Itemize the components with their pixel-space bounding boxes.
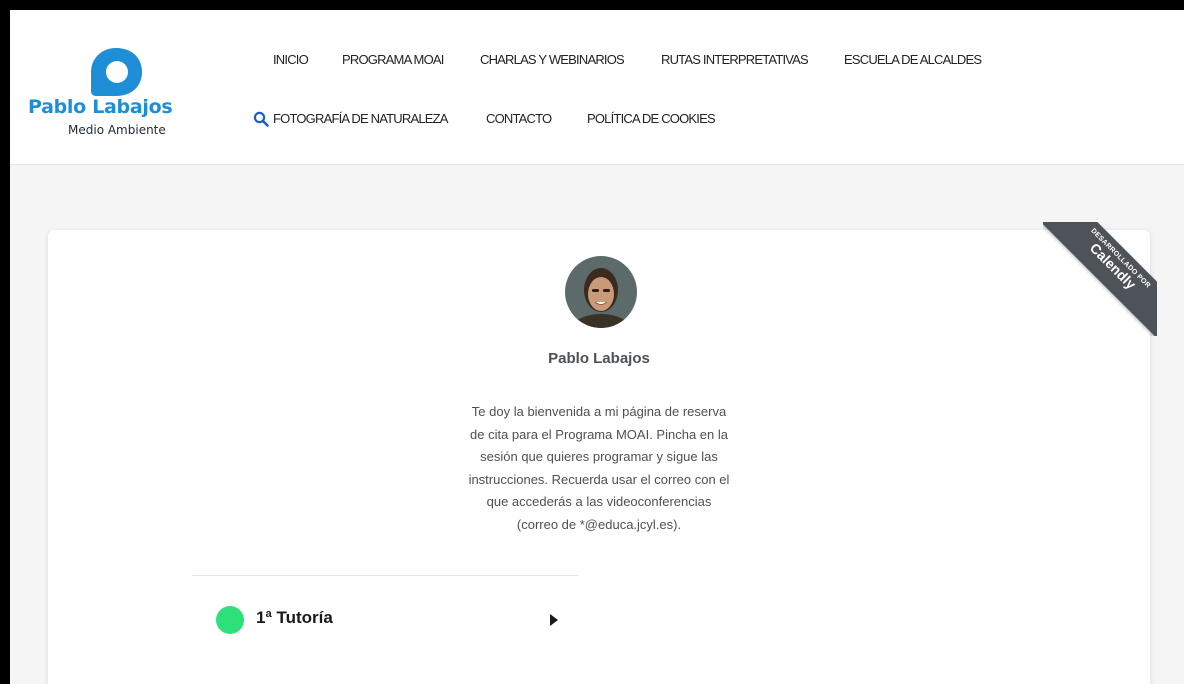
nav-rutas-interpretativas[interactable]: RUTAS INTERPRETATIVAS — [661, 52, 809, 67]
site-logo[interactable]: Pablo Labajos Medio Ambiente — [28, 47, 188, 147]
event-type-name: 1ª Tutoría — [256, 608, 333, 627]
nav-programa-moai[interactable]: PROGRAMA MOAI — [342, 52, 444, 67]
nav-contacto[interactable]: CONTACTO — [486, 111, 552, 126]
powered-by-calendly-badge[interactable]: DESARROLLADO POR Calendly — [1043, 222, 1157, 336]
event-type-row[interactable]: 1ª Tutoría — [192, 576, 578, 666]
site-header: Pablo Labajos Medio Ambiente INICIO PROG… — [10, 10, 1184, 165]
logo-mark-icon — [91, 48, 142, 96]
logo-title: Pablo Labajos — [28, 96, 173, 118]
nav-fotografia-de-naturaleza[interactable]: FOTOGRAFÍA DE NATURALEZA — [273, 111, 448, 126]
nav-inicio[interactable]: INICIO — [273, 52, 309, 67]
nav-politica-de-cookies[interactable]: POLÍTICA DE COOKIES — [587, 111, 716, 126]
event-color-dot — [216, 606, 244, 634]
ribbon-band: DESARROLLADO POR Calendly — [1043, 222, 1157, 336]
page: Pablo Labajos Medio Ambiente INICIO PROG… — [10, 10, 1184, 684]
welcome-message: Te doy la bienvenida a mi página de rese… — [468, 404, 730, 532]
caret-right-icon — [550, 614, 558, 626]
ribbon-small-text: DESARROLLADO POR — [1089, 227, 1152, 290]
host-photo — [565, 256, 637, 328]
nav-escuela-de-alcaldes[interactable]: ESCUELA DE ALCALDES — [844, 52, 982, 67]
host-name: Pablo Labajos — [548, 350, 650, 367]
search-icon[interactable] — [253, 111, 269, 127]
calendly-booking-card: Pablo Labajos Te doy la bienvenida a mi … — [48, 230, 1150, 684]
host-avatar — [565, 256, 637, 328]
logo-subtitle: Medio Ambiente — [68, 123, 166, 137]
nav-charlas-y-webinarios[interactable]: CHARLAS Y WEBINARIOS — [480, 52, 625, 67]
